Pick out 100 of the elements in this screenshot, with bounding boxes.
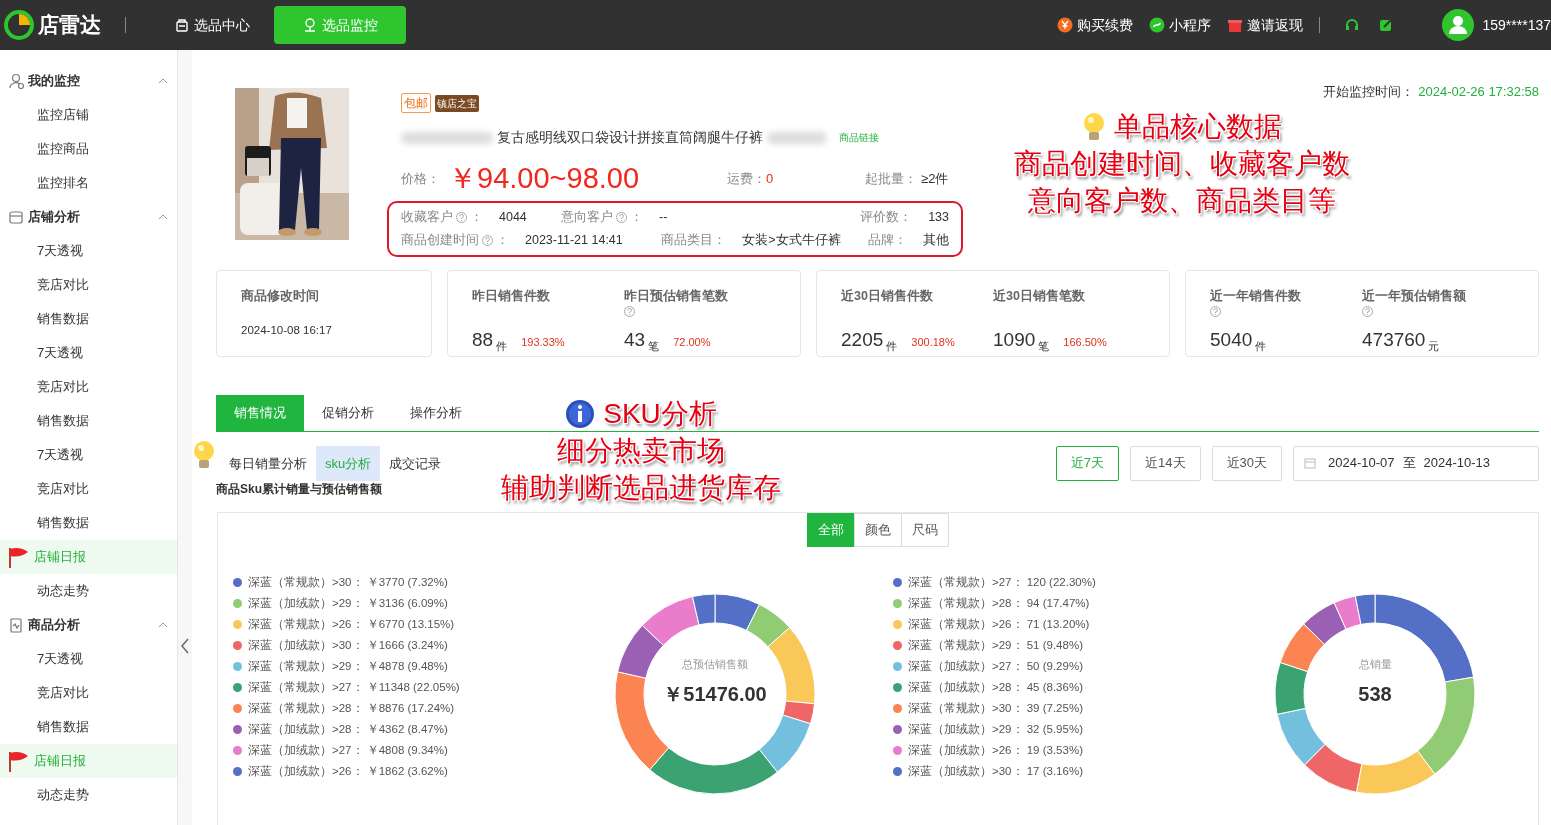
sidebar-item[interactable]: 7天透视 <box>0 438 177 472</box>
sidebar-item[interactable]: 7天透视 <box>0 336 177 370</box>
chart-center-value: ￥51476.00 <box>663 683 767 705</box>
menu-heading: 店铺分析 <box>28 208 80 227</box>
toolbar-link[interactable]: 小程序 <box>1149 14 1212 36</box>
date-text: 2024-10-07 <box>1328 454 1395 473</box>
stat-title: 昨日预估销售笔数 <box>624 288 729 305</box>
range-button[interactable]: 近30天 <box>1211 445 1282 481</box>
freight-label: 运费： <box>727 169 766 188</box>
annotation-text: SKU分析 <box>603 397 717 431</box>
sidebar-item[interactable]: 监控店铺 <box>0 98 177 132</box>
legend-value: ： 39 (7.25%) <box>1011 700 1083 716</box>
range-button[interactable]: 近14天 <box>1130 445 1201 481</box>
legend-value: ： 50 (9.29%) <box>1011 658 1083 674</box>
annotation-text: 商品创建时间、收藏客户数 <box>1014 147 1350 181</box>
sidebar-item[interactable]: 监控排名 <box>0 166 177 200</box>
legend-value: ： ￥3770 (7.32%) <box>351 574 448 590</box>
monitor-time: 2024-02-26 17:32:58 <box>1418 83 1539 101</box>
flag-icon <box>6 750 30 772</box>
chart-center-label: 总预估销售额 <box>682 658 748 670</box>
sidebar-item[interactable]: 销售数据 <box>0 302 177 336</box>
lightbulb-icon <box>1082 111 1106 142</box>
legend-value: ： ￥4362 (8.47%) <box>351 721 448 737</box>
stat-value: 88 <box>472 327 494 352</box>
logo-icon <box>4 10 34 40</box>
metric-value: 其他 <box>923 232 949 250</box>
stat-change: 72.00% <box>673 334 711 350</box>
tab[interactable]: 成交记录 <box>380 445 451 481</box>
blurred-text <box>767 131 827 144</box>
legend-category: 深蓝（加绒款）>26 <box>908 742 1012 758</box>
stat-title: 近一年销售件数 <box>1210 288 1302 305</box>
stat-unit: 件 <box>496 338 508 354</box>
legend-category: 深蓝（常规款）>30 <box>248 574 352 590</box>
chevron-up-icon[interactable] <box>156 621 169 629</box>
product-title: 复古感明线双口袋设计拼接直筒阔腿牛仔裤 <box>497 128 763 147</box>
metric-colon: ： <box>470 209 483 227</box>
stat-unit: 笔 <box>648 338 660 354</box>
legend-value: ： 51 (9.48%) <box>1011 637 1083 653</box>
legend-value: ： 32 (5.95%) <box>1011 721 1083 737</box>
moq-value: ≥2件 <box>921 169 949 188</box>
menu-heading: 我的监控 <box>28 72 80 91</box>
annotation-text: 意向客户数、商品类目等 <box>1028 184 1336 218</box>
legend-category: 深蓝（加绒款）>29 <box>248 595 352 611</box>
annotation-text: 细分热卖市场 <box>557 434 725 468</box>
legend-value: ： ￥1666 (3.24%) <box>351 637 448 653</box>
legend-value: ： 120 (22.30%) <box>1011 574 1096 590</box>
legend-value: ： ￥4878 (9.48%) <box>351 658 448 674</box>
sidebar-item[interactable]: 销售数据 <box>0 710 177 744</box>
legend-category: 深蓝（常规款）>27 <box>248 679 352 695</box>
chevron-up-icon[interactable] <box>156 213 169 221</box>
sidebar-item[interactable]: 销售数据 <box>0 404 177 438</box>
sidebar-item[interactable]: 竞店对比 <box>0 472 177 506</box>
stat-title: 近30日销售笔数 <box>993 288 1086 305</box>
legend-category: 深蓝（常规款）>26 <box>908 616 1012 632</box>
sidebar-item[interactable]: 竞店对比 <box>0 676 177 710</box>
legend-category: 深蓝（加绒款）>27 <box>908 658 1012 674</box>
menu-heading: 商品分析 <box>28 616 80 635</box>
sidebar-item[interactable]: 监控商品 <box>0 132 177 166</box>
tab[interactable]: 操作分析 <box>392 395 480 431</box>
link-icon <box>1149 17 1166 33</box>
tab[interactable]: 促销分析 <box>304 395 392 431</box>
toolbar-link[interactable]: 购买续费 <box>1057 14 1134 36</box>
chevron-up-icon[interactable] <box>156 77 169 85</box>
avatar[interactable] <box>1442 9 1475 41</box>
metric-label: 品牌： <box>868 232 907 250</box>
date-range-field[interactable]: 2024-10-07 至 2024-10-13 <box>1293 445 1539 481</box>
sidebar-item[interactable]: 竞店对比 <box>0 268 177 302</box>
sidebar-item[interactable]: 销售数据 <box>0 506 177 540</box>
freight-value: 0 <box>766 169 774 188</box>
metric-label: 意向客户 <box>561 209 613 227</box>
stat-unit: 件 <box>886 338 898 354</box>
legend-category: 深蓝（加绒款）>30 <box>908 763 1012 779</box>
store-icon <box>8 209 24 225</box>
nav-tab[interactable]: 选品中心 <box>150 6 274 44</box>
stat-value: 1090 <box>993 327 1036 352</box>
stat-change: 300.18% <box>911 334 955 350</box>
metric-colon: ： <box>496 232 509 250</box>
sidebar-item[interactable]: 动态走势 <box>0 574 177 608</box>
clipboard-icon <box>174 17 190 33</box>
toolbar-link[interactable]: 邀请返现 <box>1227 14 1304 36</box>
sidebar-item[interactable]: 7天透视 <box>0 234 177 268</box>
headset-icon[interactable] <box>1344 17 1361 33</box>
legend-value: ： 94 (17.47%) <box>1011 595 1090 611</box>
lightbulb-icon <box>192 439 216 470</box>
gift-icon <box>1227 17 1244 33</box>
sidebar-item[interactable]: 动态走势 <box>0 778 177 812</box>
sidebar-item[interactable]: 竞店对比 <box>0 370 177 404</box>
chart-subtitle: 商品Sku累计销量与预估销售额 <box>216 481 383 498</box>
filter-button[interactable]: 尺码 <box>900 513 949 547</box>
sidebar-item[interactable]: 7天透视 <box>0 642 177 676</box>
stat-value: 473760 <box>1362 327 1426 352</box>
user-icon <box>8 73 24 89</box>
legend-category: 深蓝（常规款）>29 <box>248 658 352 674</box>
legend-category: 深蓝（加绒款）>29 <box>908 721 1012 737</box>
tab[interactable]: 每日销量分析 <box>220 445 316 481</box>
metric-value: 女装>女式牛仔裤 <box>742 232 841 250</box>
stat-unit: 件 <box>1255 338 1267 354</box>
user-name: 159****137 <box>1482 15 1551 35</box>
filter-button[interactable]: 颜色 <box>853 513 902 547</box>
legend-value: ： ￥11348 (22.05%) <box>351 679 460 695</box>
